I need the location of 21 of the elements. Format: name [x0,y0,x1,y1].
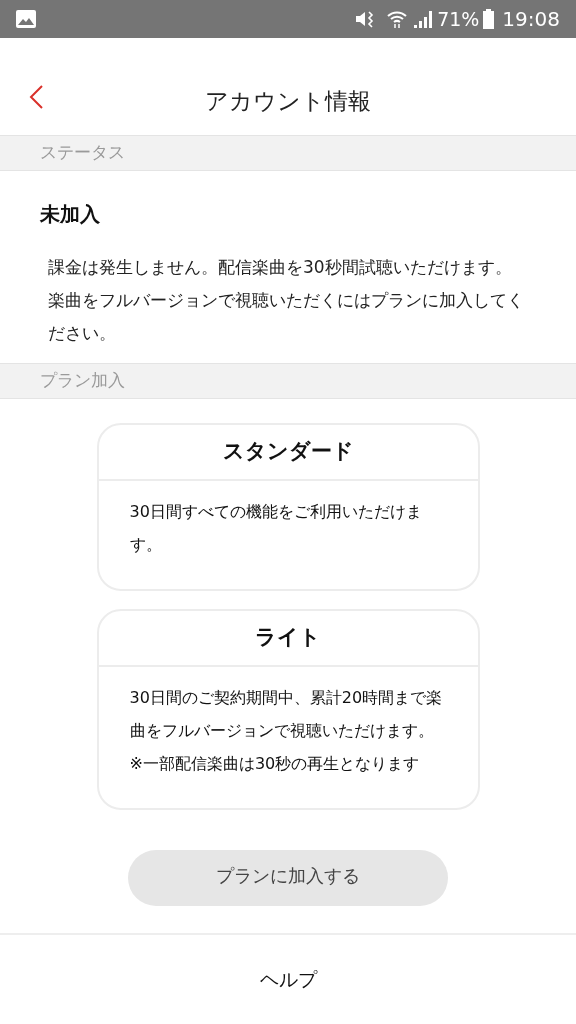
plan-description: 30日間すべての機能をご利用いただけます。 [129,501,423,556]
plan-description: ※一部配信楽曲は30秒の再生となります [129,753,421,775]
plan-card[interactable]: ライト 30日間のご契約期間中、累計20時間まで楽曲をフルバージョンで視聴いただけます。 ※一部配信楽曲は30秒の再生となります [96,609,480,810]
image-icon [16,10,36,28]
help-button[interactable]: ヘルプ [251,965,325,994]
section-heading: プラン加入 [40,369,125,393]
page-title: アカウント情報 [205,87,371,117]
plan-card[interactable]: スタンダード 30日間すべての機能をご利用いただけます。 [96,423,480,591]
plan-name: ライト [255,624,321,652]
battery-percentage: 71% [437,6,480,32]
back-icon[interactable] [28,84,44,110]
clock: 19:08 [502,6,560,33]
signal-icon [413,10,434,28]
status-label: 未加入 [40,201,101,228]
wifi-icon [387,10,408,28]
status-description: 課金は発生しません。配信楽曲を30秒間試聴いただけます。楽曲をフルバージョンで視聴いただくにはプランに加入してください。 [48,256,525,345]
battery-icon [483,9,495,29]
plan-description: 30日間のご契約期間中、累計20時間まで楽曲をフルバージョンで視聴いただけます。 [129,687,444,742]
plan-name: スタンダード [222,438,354,466]
join-plan-button[interactable]: プランに加入する [128,850,448,906]
section-heading: ステータス [40,141,125,165]
